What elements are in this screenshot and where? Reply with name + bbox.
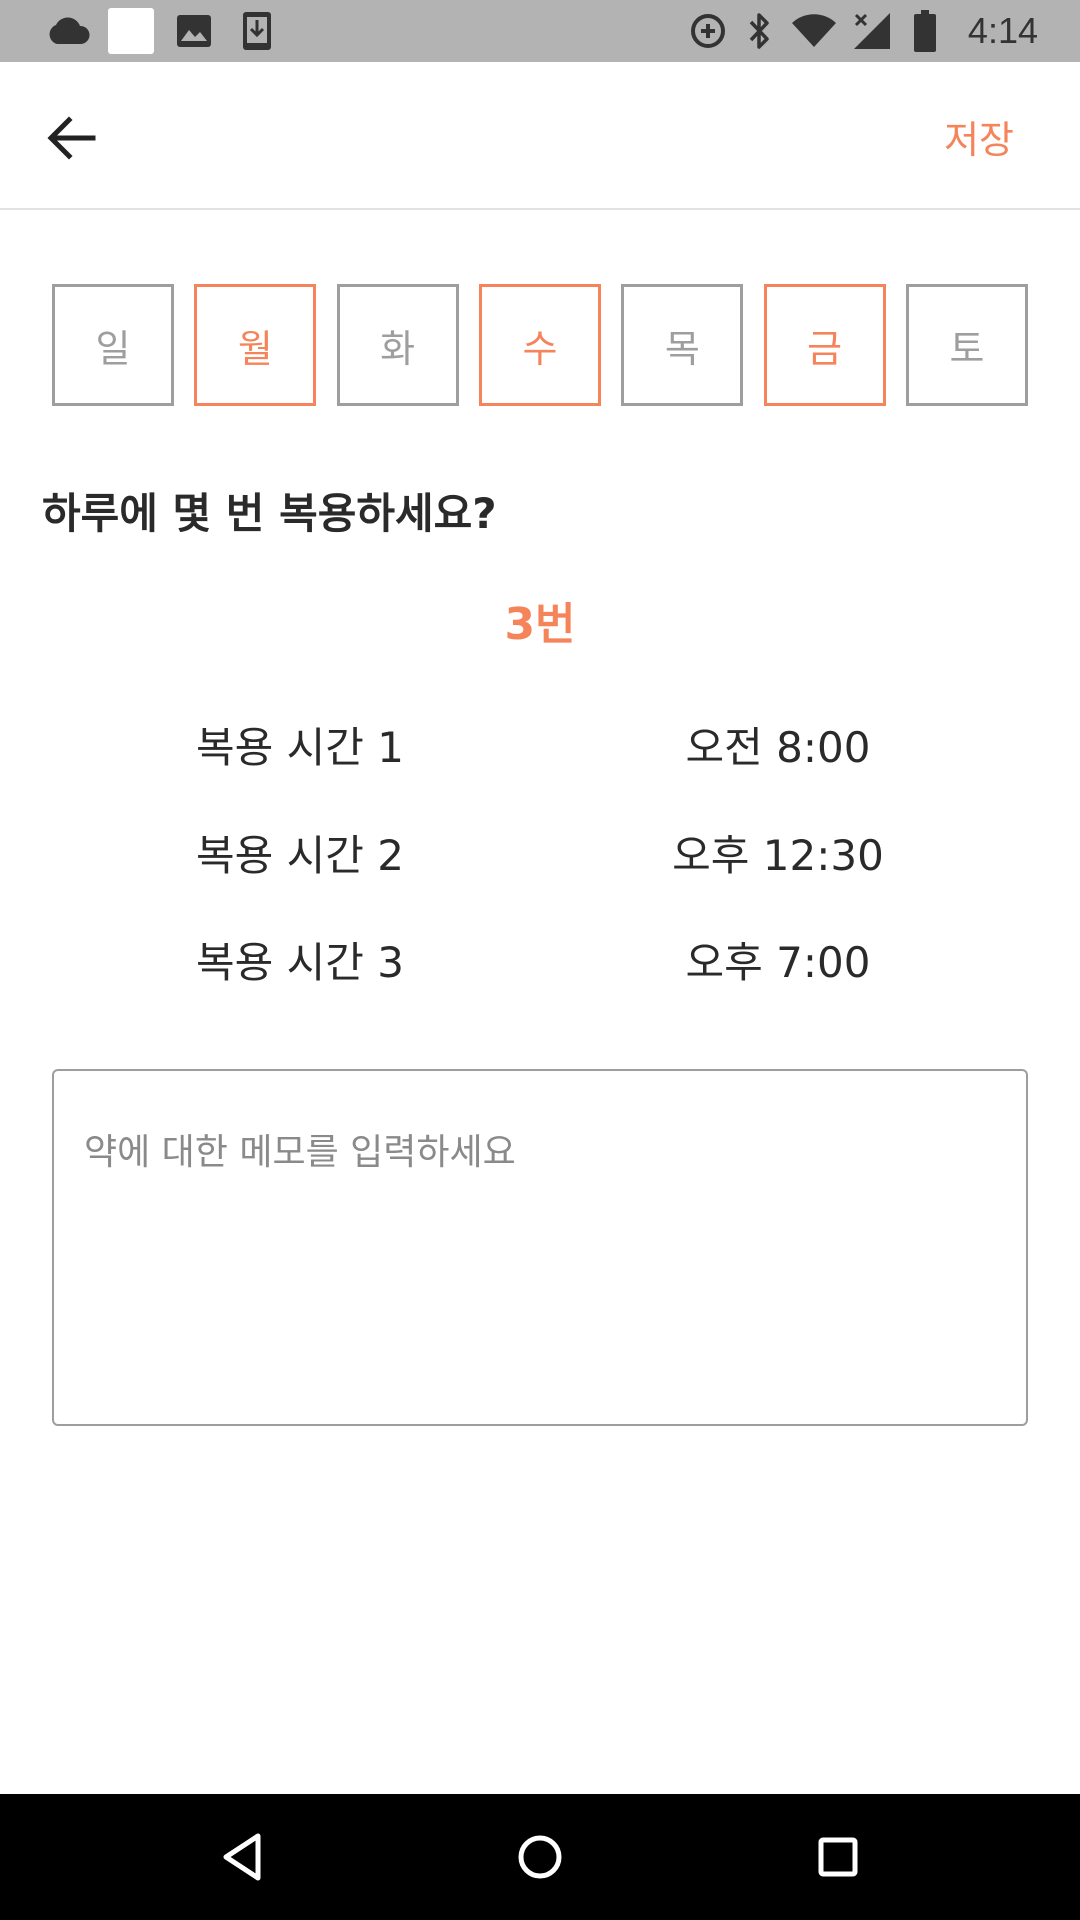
day-wednesday[interactable]: 수 [478, 284, 601, 406]
memo-input[interactable] [54, 1071, 1026, 1424]
arrow-left-icon [47, 116, 96, 160]
image-icon [174, 0, 214, 62]
app-bar: 저장 [0, 62, 1080, 210]
time-row: 복용 시간 3 오후 7:00 [0, 928, 1080, 998]
question-heading: 하루에 몇 번 복용하세요? [42, 489, 497, 538]
nav-back-button[interactable] [202, 1819, 282, 1895]
day-tuesday[interactable]: 화 [336, 284, 459, 406]
day-selector: 일 월 화 수 목 금 토 [52, 284, 1028, 406]
save-button[interactable]: 저장 [944, 104, 1014, 176]
battery-icon [912, 0, 938, 62]
day-monday[interactable]: 월 [194, 284, 317, 406]
time-value[interactable]: 오전 8:00 [628, 713, 928, 783]
home-circle-icon [518, 1835, 562, 1879]
cloud-icon [44, 0, 92, 62]
status-bar: 4:14 [0, 0, 1080, 62]
blank-square-icon [108, 0, 154, 62]
day-friday[interactable]: 금 [763, 284, 886, 406]
bluetooth-icon [744, 0, 774, 62]
back-button[interactable] [36, 102, 108, 174]
day-sunday[interactable]: 일 [52, 284, 174, 406]
time-row: 복용 시간 2 오후 12:30 [0, 821, 1080, 891]
time-label: 복용 시간 1 [196, 723, 404, 772]
download-icon [240, 0, 274, 62]
wifi-icon [790, 0, 838, 62]
navigation-bar [0, 1794, 1080, 1920]
back-triangle-icon [223, 1833, 261, 1881]
status-time: 4:14 [967, 10, 1038, 51]
day-thursday[interactable]: 목 [621, 284, 744, 406]
data-saver-icon [688, 0, 728, 62]
day-saturday[interactable]: 토 [905, 284, 1028, 406]
memo-box [52, 1069, 1028, 1426]
time-label: 복용 시간 2 [196, 831, 404, 880]
recents-square-icon [818, 1837, 858, 1877]
nav-home-button[interactable] [500, 1819, 580, 1895]
time-row: 복용 시간 1 오전 8:00 [0, 713, 1080, 783]
nav-recents-button[interactable] [798, 1819, 878, 1895]
time-label: 복용 시간 3 [196, 938, 404, 987]
signal-icon [852, 0, 892, 62]
time-value[interactable]: 오후 12:30 [628, 821, 928, 891]
dose-count-selector[interactable]: 3번 [0, 588, 1080, 652]
time-value[interactable]: 오후 7:00 [628, 928, 928, 998]
